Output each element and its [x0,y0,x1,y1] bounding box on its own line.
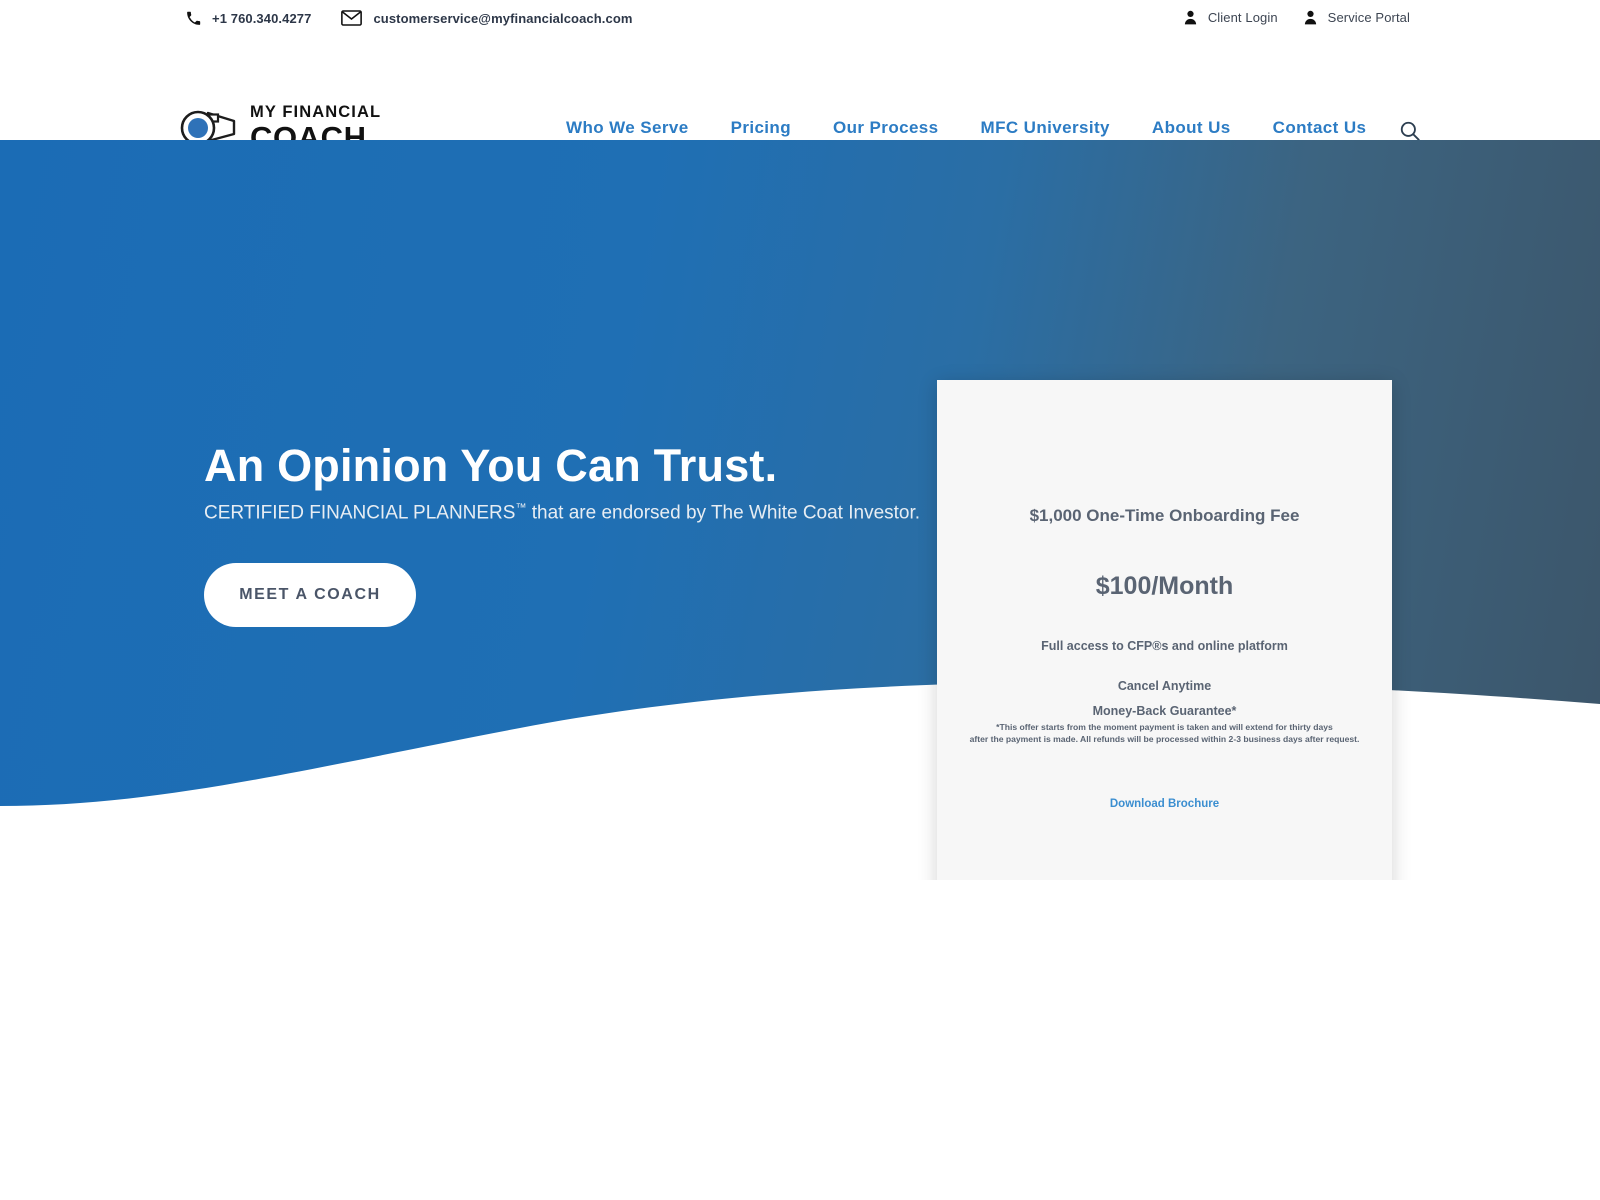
service-portal-link[interactable]: Service Portal [1304,10,1410,25]
main-navigation: Who We Serve Pricing Our Process MFC Uni… [566,118,1366,138]
service-portal-label: Service Portal [1327,10,1410,25]
nav-item-our-process[interactable]: Our Process [833,118,939,138]
hero-subtitle-cfp: CERTIFIED FINANCIAL PLANNERS [204,502,516,524]
guarantee-fine-print: *This offer starts from the moment payme… [963,721,1366,745]
hero-content: An Opinion You Can Trust. CERTIFIED FINA… [0,140,1600,880]
client-login-label: Client Login [1207,10,1278,25]
logo-line-1: MY FINANCIAL [250,103,382,121]
nav-item-pricing[interactable]: Pricing [731,118,791,138]
site-header: MY FINANCIAL COACH Who We Serve Pricing … [0,40,1600,153]
fine-print-line-2: after the payment is made. All refunds w… [969,734,1360,745]
phone-icon [186,11,201,26]
account-links-group: Client Login Service Portal [1184,10,1410,25]
trademark-symbol: ™ [515,502,527,514]
nav-item-contact-us[interactable]: Contact Us [1273,118,1367,138]
feature-full-access: Full access to CFP®s and online platform [1041,639,1288,653]
nav-item-about-us[interactable]: About Us [1152,118,1231,138]
hero-title: An Opinion You Can Trust. [204,440,778,491]
nav-item-mfc-university[interactable]: MFC University [981,118,1110,138]
search-icon[interactable] [1399,120,1421,142]
user-icon [1184,10,1197,25]
download-brochure-link[interactable]: Download Brochure [937,798,1392,810]
envelope-icon [341,10,363,26]
fine-print-line-1: *This offer starts from the moment payme… [996,722,1333,732]
phone-number-label: +1 760.340.4277 [212,10,312,26]
nav-item-who-we-serve[interactable]: Who We Serve [566,118,689,138]
email-address-label: customerservice@myfinancialcoach.com [373,10,633,26]
hero-subtitle-rest: that are endorsed by The White Coat Inve… [526,502,921,524]
hero-subtitle: CERTIFIED FINANCIAL PLANNERS™ that are e… [204,502,920,524]
monthly-price-label: $100/Month [1095,572,1234,600]
meet-a-coach-button[interactable]: MEET A COACH [204,563,416,627]
hero-section: An Opinion You Can Trust. CERTIFIED FINA… [0,140,1600,880]
phone-contact[interactable]: +1 760.340.4277 [186,11,311,26]
contact-info-group: +1 760.340.4277 customerservice@myfinanc… [186,10,633,26]
feature-cancel-anytime: Cancel Anytime [1117,679,1212,693]
pricing-card: $1,000 One-Time Onboarding Fee $100/Mont… [937,380,1392,880]
email-contact[interactable]: customerservice@myfinancialcoach.com [341,10,632,26]
top-contact-bar: +1 760.340.4277 customerservice@myfinanc… [0,0,1600,40]
feature-money-back-guarantee: Money-Back Guarantee* [1092,704,1237,718]
client-login-link[interactable]: Client Login [1184,10,1278,25]
onboarding-fee-label: $1,000 One-Time Onboarding Fee [1029,506,1300,525]
user-icon [1304,10,1317,25]
